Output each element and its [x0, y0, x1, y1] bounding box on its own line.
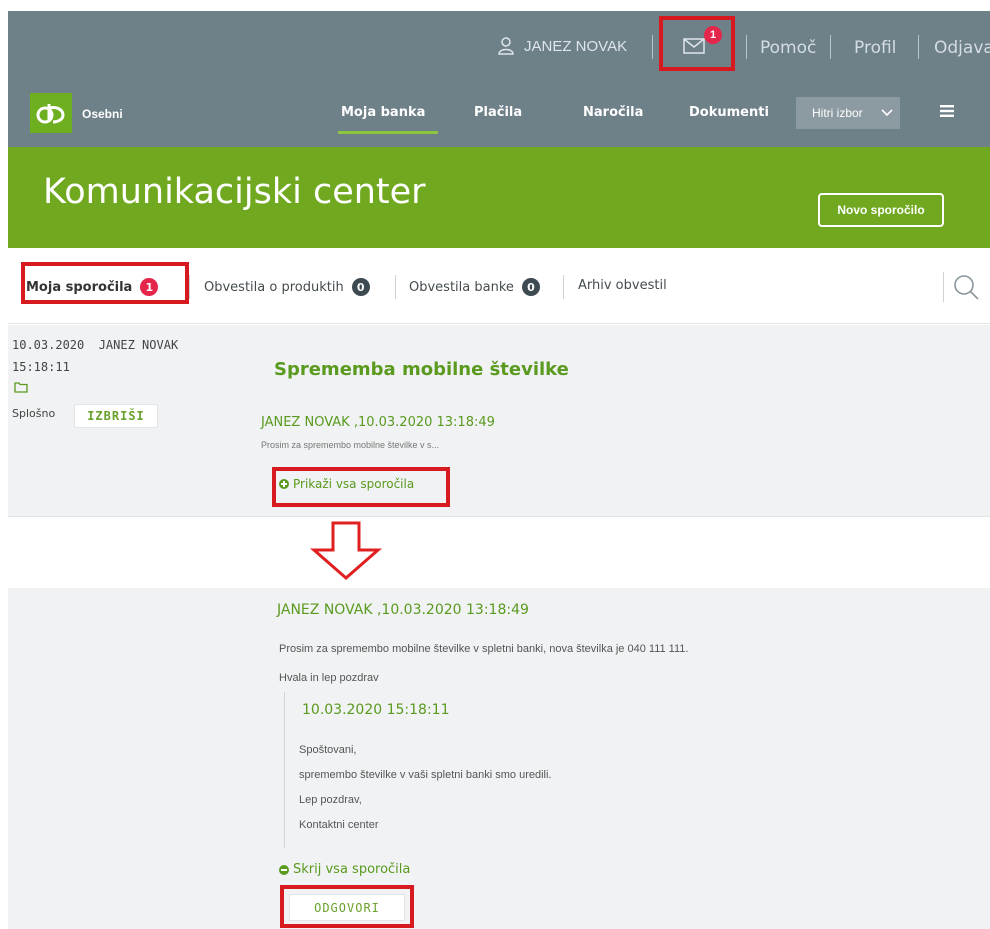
separator: [395, 275, 396, 299]
chevron-down-icon: [881, 109, 893, 117]
user-bar: JANEZ NOVAK 1 Pomoč Profil Odjava: [8, 11, 990, 83]
nav-active-indicator: [338, 131, 438, 134]
reply-highlight-box: [280, 885, 414, 928]
profile-link[interactable]: Profil: [854, 38, 896, 58]
separator: [943, 272, 944, 302]
nav-placila[interactable]: Plačila: [474, 105, 522, 120]
nav-narocila[interactable]: Naročila: [583, 105, 643, 120]
message-list-item[interactable]: 10.03.2020 JANEZ NOVAK 15:18:11 Splošno …: [8, 325, 990, 517]
separator: [189, 275, 190, 299]
page-title: Komunikacijski center: [43, 172, 426, 212]
top-bar: JANEZ NOVAK 1 Pomoč Profil Odjava Osebni…: [8, 11, 990, 147]
brand-label: Osebni: [82, 107, 123, 121]
message-date-line: 10.03.2020 JANEZ NOVAK: [12, 338, 178, 352]
message-thread: JANEZ NOVAK ,10.03.2020 13:18:49 Prosim …: [8, 588, 990, 929]
delete-button[interactable]: IZBRIŠI: [74, 404, 158, 428]
separator: [918, 35, 919, 59]
separator: [830, 35, 831, 59]
separator: [563, 275, 564, 299]
menu-icon[interactable]: [940, 105, 954, 117]
hide-all-label: Skrij vsa sporočila: [293, 862, 411, 877]
quick-select-label: Hitri izbor: [812, 106, 863, 120]
logo-icon: [36, 104, 65, 124]
help-link[interactable]: Pomoč: [760, 38, 816, 58]
message-preview: Prosim za spremembo mobilne številke v s…: [261, 440, 440, 450]
bank-logo[interactable]: [30, 93, 72, 133]
tab-bank-notices[interactable]: Obvestila banke 0: [409, 278, 540, 296]
thread-author-line: JANEZ NOVAK ,10.03.2020 13:18:49: [277, 602, 529, 618]
tab-count-badge: 0: [521, 278, 540, 296]
reply-line: Spoštovani,: [299, 744, 357, 756]
message-tabs: Moja sporočila 1 Obvestila o produktih 0…: [8, 248, 990, 324]
message-author-line: JANEZ NOVAK ,10.03.2020 13:18:49: [261, 415, 495, 430]
tab-count-badge: 0: [351, 278, 370, 296]
tab-archive[interactable]: Arhiv obvestil: [578, 278, 667, 293]
nav-moja-banka[interactable]: Moja banka: [341, 105, 425, 120]
tab-highlight-box: [21, 262, 189, 304]
collapse-icon: [279, 864, 289, 875]
reply-date: 10.03.2020 15:18:11: [302, 702, 450, 718]
reply-line: spremembo številke v vaši spletni banki …: [299, 769, 552, 781]
bank-reply: 10.03.2020 15:18:11 Spoštovani, sprememb…: [284, 692, 784, 848]
tab-product-notices[interactable]: Obvestila o produktih 0: [204, 278, 370, 296]
message-sender: JANEZ NOVAK: [98, 338, 179, 352]
user-name: JANEZ NOVAK: [524, 37, 628, 55]
show-all-highlight-box: [272, 467, 450, 507]
message-title[interactable]: Sprememba mobilne številke: [274, 359, 569, 380]
tab-label: Obvestila banke: [409, 279, 514, 295]
user-icon: [498, 37, 514, 55]
separator: [652, 35, 653, 59]
hide-all-messages-link[interactable]: Skrij vsa sporočila: [279, 862, 410, 877]
tab-label: Obvestila o produktih: [204, 279, 344, 295]
message-category: Splošno: [12, 407, 56, 420]
new-message-button[interactable]: Novo sporočilo: [818, 193, 944, 227]
thread-body-text: Prosim za spremembo mobilne številke v s…: [279, 643, 689, 655]
logout-link[interactable]: Odjava: [934, 38, 990, 58]
mail-highlight-box: [659, 16, 735, 71]
thread-body-greeting: Hvala in lep pozdrav: [279, 672, 379, 684]
separator: [746, 35, 747, 59]
tab-label: Arhiv obvestil: [578, 278, 667, 293]
message-time: 15:18:11: [12, 360, 70, 374]
main-navigation: Osebni Moja banka Plačila Naročila Dokum…: [8, 83, 990, 147]
quick-select-dropdown[interactable]: Hitri izbor: [796, 97, 900, 129]
page-header: Komunikacijski center Novo sporočilo: [8, 147, 990, 248]
nav-dokumenti[interactable]: Dokumenti: [689, 105, 769, 120]
arrow-down-icon: [310, 521, 382, 580]
search-icon[interactable]: [953, 274, 979, 300]
reply-line: Lep pozdrav,: [299, 794, 362, 806]
reply-line: Kontaktni center: [299, 819, 379, 831]
user-menu[interactable]: JANEZ NOVAK: [498, 37, 627, 55]
message-date: 10.03.2020: [12, 338, 85, 352]
folder-icon: [14, 382, 28, 393]
